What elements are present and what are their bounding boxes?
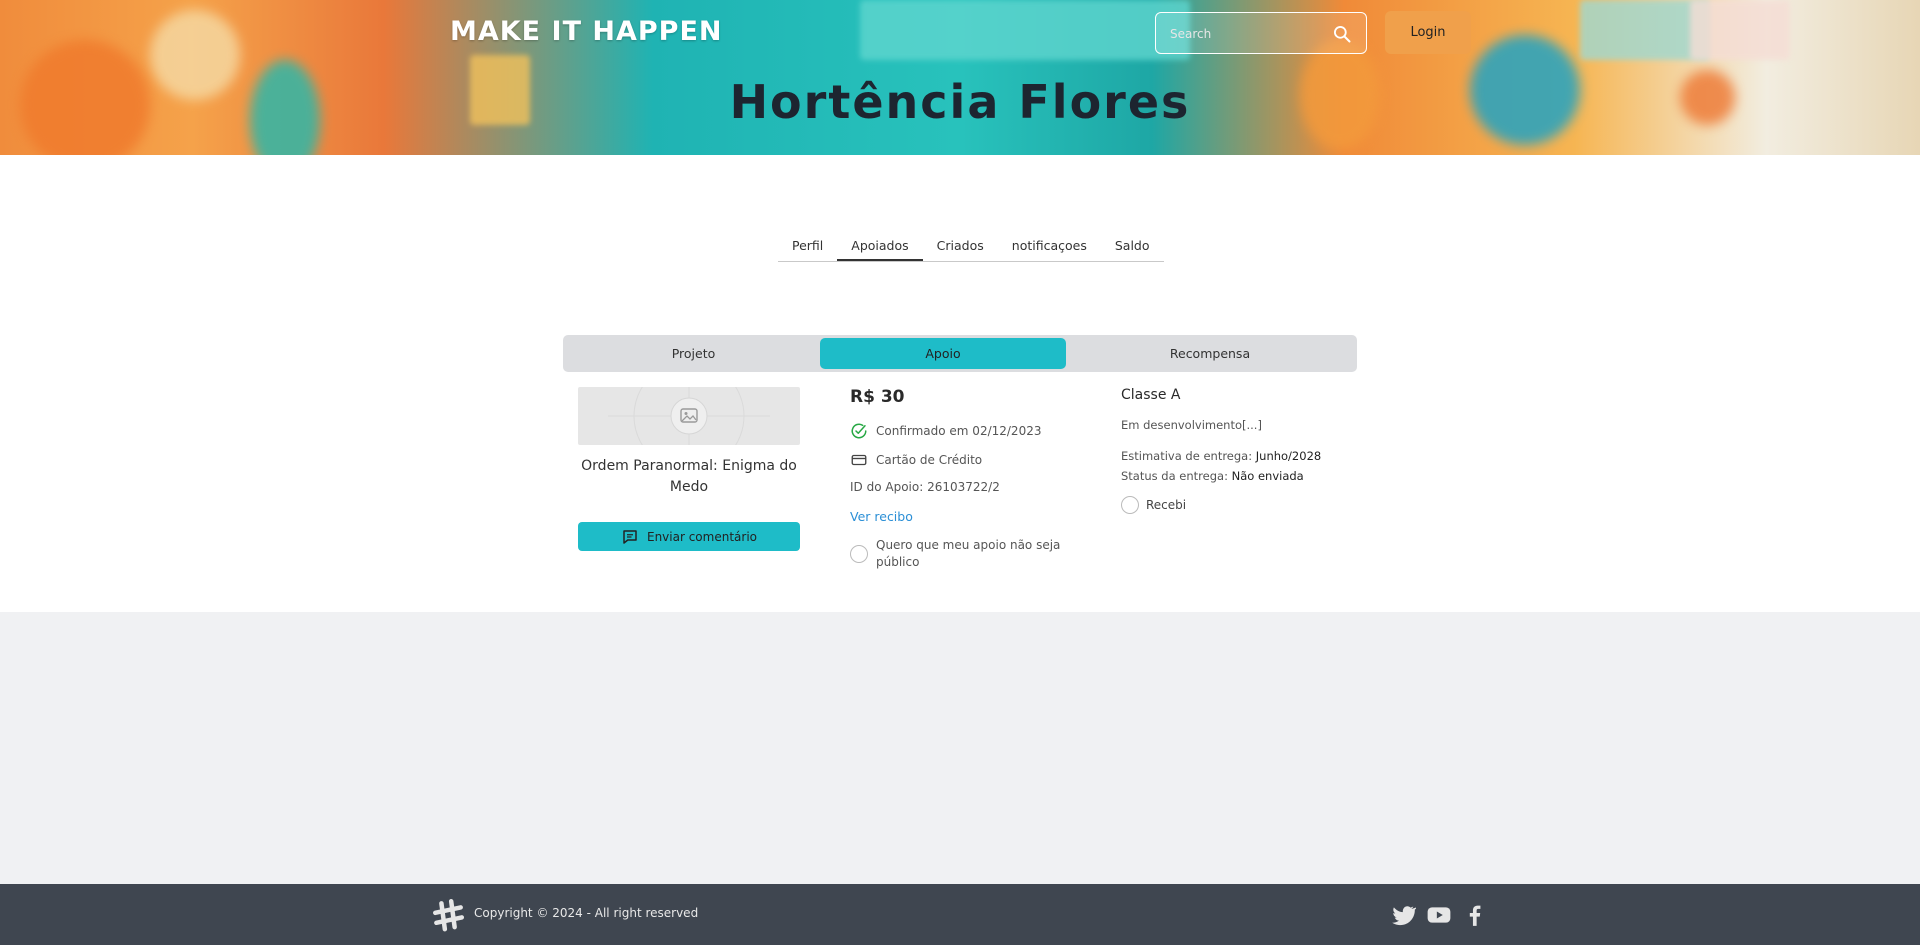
header-banner: MAKE IT HAPPEN Login Hortência Flores [0,0,1920,155]
copyright-text: Copyright © 2024 - All right reserved [474,906,699,920]
banner-art [860,0,1190,60]
tab-perfil[interactable]: Perfil [778,230,837,261]
support-amount: R$ 30 [850,387,905,407]
project-image-placeholder[interactable] [578,387,800,445]
banner-art [1690,0,1790,60]
profile-name: Hortência Flores [729,75,1191,129]
received-label: Recebi [1146,498,1187,512]
delivery-estimate: Estimativa de entrega: Junho/2028 [1121,449,1341,467]
credit-card-icon [851,454,867,466]
segment-projeto[interactable]: Projeto [566,338,821,369]
check-circle-icon [851,423,867,439]
private-support-radio[interactable] [850,545,868,563]
view-receipt-link[interactable]: Ver recibo [850,509,913,529]
support-id: ID do Apoio: 26103722/2 [850,480,1000,494]
delivery-estimate-value: Junho/2028 [1255,449,1322,463]
tab-criados[interactable]: Criados [923,230,998,261]
reward-details: Classe A Em desenvolvimento[...] Estimat… [1121,387,1341,514]
hashtag-logo-icon [432,898,465,932]
brand-logo[interactable]: MAKE IT HAPPEN [450,16,723,47]
search-icon[interactable] [1332,24,1352,44]
private-support-label: Quero que meu apoio não seja público [876,538,1061,569]
twitter-icon[interactable] [1390,902,1416,928]
confirmed-date: Confirmado em 02/12/2023 [876,424,1042,438]
delivery-status: Status da entrega: Não enviada [1121,469,1341,487]
tab-apoiados[interactable]: Apoiados [837,230,923,261]
profile-tabs: Perfil Apoiados Criados notificaçoes Sal… [778,230,1164,262]
payment-method: Cartão de Crédito [876,453,983,467]
confirmed-row: Confirmado em 02/12/2023 [850,420,1090,442]
send-comment-button[interactable]: Enviar comentário [578,522,800,551]
payment-row: Cartão de Crédito [850,449,1090,471]
send-comment-label: Enviar comentário [646,529,757,544]
reward-description: Em desenvolvimento[...] [1121,418,1262,432]
youtube-icon[interactable] [1426,902,1452,928]
delivery-status-value: Não enviada [1231,469,1304,483]
segment-apoio[interactable]: Apoio [820,338,1066,369]
support-card: Projeto Apoio Recompensa Ordem Paranorma… [563,335,1357,750]
delivery-status-label: Status da entrega: [1121,469,1228,483]
segment-recompensa[interactable]: Recompensa [1066,338,1354,369]
private-support-option: Quero que meu apoio não seja público [850,537,1090,571]
project-title[interactable]: Ordem Paranormal: Enigma do Medo [578,456,800,498]
support-details: R$ 30 Confirmado em 02/12/2023 Cartão de… [850,387,1090,571]
facebook-icon[interactable] [1462,902,1488,928]
received-option: Recebi [1121,496,1341,514]
delivery-estimate-label: Estimativa de entrega: [1121,449,1253,463]
received-radio[interactable] [1121,496,1139,514]
segment-header: Projeto Apoio Recompensa [563,335,1357,372]
reward-name: Classe A [1121,387,1181,403]
search-box[interactable] [1155,12,1367,54]
footer: Copyright © 2024 - All right reserved [0,884,1920,945]
tab-notificacoes[interactable]: notificaçoes [998,230,1101,261]
main-content: Perfil Apoiados Criados notificaçoes Sal… [0,155,1920,612]
search-input[interactable] [1170,23,1320,45]
comment-icon [623,529,637,544]
login-button[interactable]: Login [1385,11,1471,54]
image-icon [670,397,708,435]
tab-saldo[interactable]: Saldo [1101,230,1164,261]
